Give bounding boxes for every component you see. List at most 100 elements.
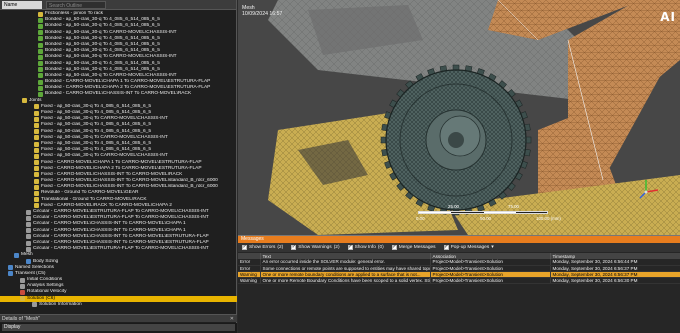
axis-triad-icon[interactable] bbox=[638, 178, 660, 200]
scale-label: 25.00 bbox=[448, 204, 459, 209]
bonded-contact-icon bbox=[38, 61, 43, 67]
tree-item-label: Joints bbox=[29, 97, 42, 103]
joint-icon bbox=[34, 184, 39, 190]
tree-item-label: Circular - CARRO-MOVEL\ESTRUTURA-FLAP To… bbox=[33, 246, 209, 252]
item-icon bbox=[26, 215, 31, 221]
joint-icon bbox=[34, 153, 39, 159]
message-row[interactable]: Warning One or more Remote Boundary Condi… bbox=[238, 277, 680, 284]
outline-name-column[interactable]: Name bbox=[2, 0, 42, 9]
message-row[interactable]: Error Some connections or remote points a… bbox=[238, 265, 680, 272]
messages-title: Messages bbox=[238, 236, 680, 243]
bonded-contact-icon bbox=[38, 36, 43, 42]
scale-label: 50.00 bbox=[480, 216, 491, 221]
joint-icon bbox=[34, 166, 39, 172]
outline-tree: Frictionless - pinion To rack Bonded - ap… bbox=[0, 11, 237, 313]
bonded-contact-icon bbox=[38, 67, 43, 73]
ansys-logo: AI bbox=[660, 10, 676, 24]
checkbox-icon bbox=[391, 244, 397, 250]
filter-count: (2) bbox=[277, 245, 284, 250]
item-icon bbox=[26, 240, 31, 246]
checkbox-icon bbox=[347, 244, 353, 250]
message-type: Warning bbox=[238, 271, 261, 278]
joint-icon bbox=[34, 160, 39, 166]
viewport-title: Mesh 10/09/2024 16:57 bbox=[242, 5, 282, 17]
filter-label: Show Warnings bbox=[298, 245, 332, 250]
joint-icon bbox=[34, 191, 39, 197]
details-display-group[interactable]: Display bbox=[2, 324, 235, 331]
joint-icon bbox=[34, 147, 39, 153]
close-icon[interactable]: ✕ bbox=[230, 315, 234, 323]
show-errors-checkbox[interactable]: Show Errors(2) bbox=[242, 244, 284, 250]
tree-item-label: Mesh bbox=[21, 252, 33, 258]
checkbox-icon bbox=[443, 244, 449, 250]
load-icon bbox=[20, 290, 25, 296]
mesh-icon bbox=[8, 271, 13, 277]
joint-icon bbox=[34, 129, 39, 135]
filter-label: Merge Messages bbox=[398, 245, 436, 250]
viewport-date: 10/09/2024 16:57 bbox=[242, 11, 283, 17]
item-icon bbox=[26, 221, 31, 227]
mesh-icon bbox=[14, 252, 19, 258]
joint-icon bbox=[34, 104, 39, 110]
joint-icon bbox=[34, 141, 39, 147]
checkbox-icon bbox=[242, 244, 247, 250]
messages-panel: Messages Show Errors(2) Show Warnings(2)… bbox=[238, 235, 680, 333]
outline-panel: Name Search Outline Frictionless - pinio… bbox=[0, 0, 237, 333]
tree-item[interactable]: Solution Information bbox=[0, 302, 237, 308]
details-panel: Display bbox=[0, 323, 237, 333]
show-info-checkbox[interactable]: Show Info(0) bbox=[347, 244, 384, 250]
joint-icon bbox=[34, 135, 39, 141]
item-icon bbox=[20, 283, 25, 289]
message-time: Monday, September 30, 2024 6:56:30 PM bbox=[550, 277, 680, 284]
bonded-contact-icon bbox=[38, 17, 43, 23]
scale-label: 0.00 bbox=[416, 216, 425, 221]
messages-toolbar: Show Errors(2) Show Warnings(2) Show Inf… bbox=[238, 243, 680, 252]
mesh-model-render bbox=[238, 0, 680, 235]
message-row[interactable]: Warning One or more remote boundary condi… bbox=[238, 271, 680, 278]
joint-icon bbox=[34, 203, 39, 209]
details-title: Details of "Mesh" bbox=[2, 316, 41, 322]
joint-icon bbox=[38, 11, 43, 17]
chevron-down-icon[interactable]: ▾ bbox=[491, 245, 493, 250]
item-icon bbox=[26, 209, 31, 215]
message-assoc: Project>Model>Transient>Solution bbox=[430, 277, 551, 284]
joint-icon bbox=[34, 110, 39, 116]
merge-messages-checkbox[interactable]: Merge Messages bbox=[391, 244, 436, 250]
joint-icon bbox=[34, 116, 39, 122]
joint-icon bbox=[22, 98, 27, 104]
outline-search-input[interactable]: Search Outline bbox=[46, 0, 106, 9]
message-text: One or more remote boundary conditions a… bbox=[260, 271, 431, 278]
joint-icon bbox=[34, 178, 39, 184]
message-text: One or more Remote Boundary Conditions h… bbox=[260, 277, 431, 284]
scale-label: 100.00 (mm) bbox=[536, 216, 561, 221]
filter-count: (0) bbox=[377, 245, 384, 250]
bonded-contact-icon bbox=[38, 42, 43, 48]
scale-label: 75.00 bbox=[508, 204, 519, 209]
mesh-icon bbox=[26, 259, 31, 265]
scale-bar: 0.00 50.00 100.00 (mm) 75.00 25.00 bbox=[408, 204, 588, 224]
joint-icon bbox=[34, 122, 39, 128]
message-type: Warning bbox=[238, 277, 261, 284]
message-text: Some connections or remote points are su… bbox=[260, 265, 431, 272]
show-warnings-checkbox[interactable]: Show Warnings(2) bbox=[291, 244, 340, 250]
tree-item-label: Bonded - CARRO-MOVEL\CHASSIS-INT To CARR… bbox=[45, 91, 192, 97]
joint-icon bbox=[34, 197, 39, 203]
bonded-contact-icon bbox=[38, 30, 43, 36]
mesh-icon bbox=[8, 265, 13, 271]
item-icon bbox=[26, 246, 31, 252]
bonded-contact-icon bbox=[38, 23, 43, 29]
message-row[interactable]: Error An error occurred inside the SOLVER… bbox=[238, 259, 680, 266]
bonded-contact-icon bbox=[38, 92, 43, 98]
checkbox-icon bbox=[291, 244, 297, 250]
filter-label: Show Errors bbox=[249, 245, 276, 250]
joint-icon bbox=[34, 172, 39, 178]
popup-messages-checkbox[interactable]: Pop-up Messages▾ bbox=[443, 244, 494, 250]
item-icon bbox=[26, 228, 31, 234]
item-icon bbox=[32, 302, 37, 308]
graphics-viewport[interactable]: Mesh 10/09/2024 16:57 AI 0.00 50.00 100.… bbox=[238, 0, 680, 235]
filter-label: Pop-up Messages bbox=[450, 245, 490, 250]
filter-count: (2) bbox=[333, 245, 340, 250]
filter-label: Show Info bbox=[354, 245, 376, 250]
item-icon bbox=[20, 277, 25, 283]
tree-item[interactable]: Circular - CARRO-MOVEL\ESTRUTURA-FLAP To… bbox=[0, 246, 237, 252]
